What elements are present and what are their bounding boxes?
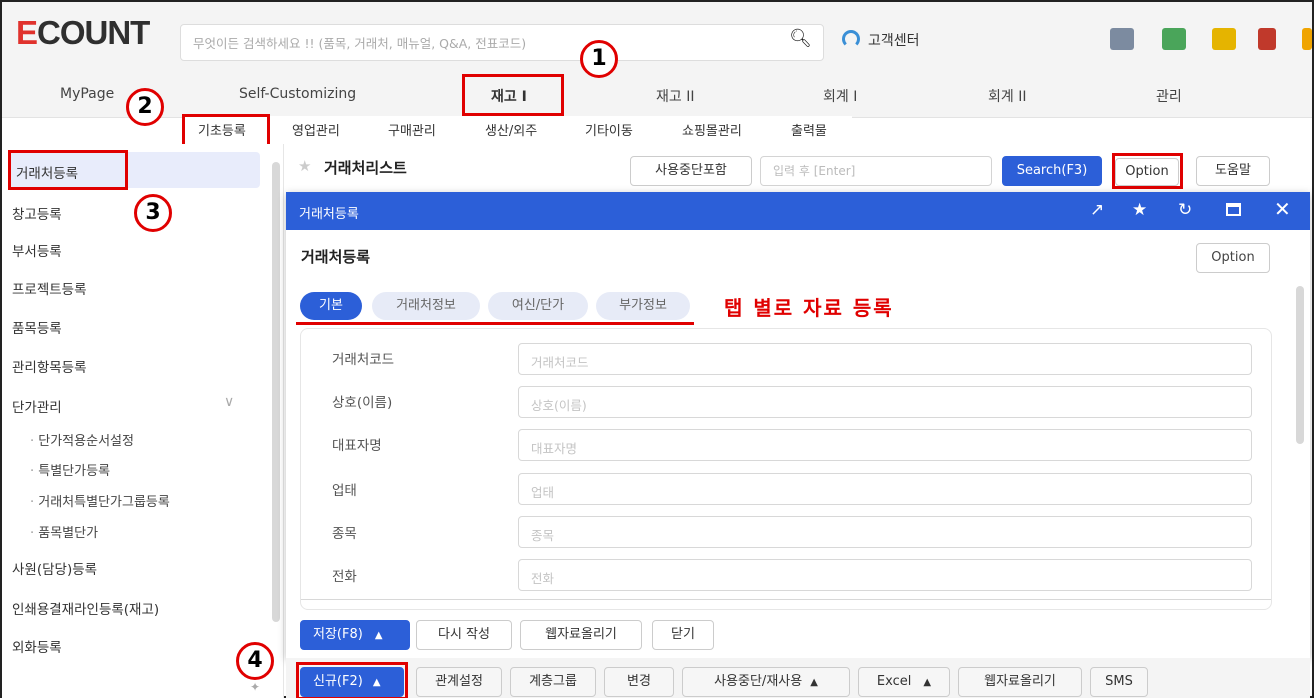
highlight-box-new bbox=[296, 662, 408, 698]
web-upload-button[interactable]: 웹자료올리기 bbox=[520, 620, 642, 650]
highlight-box-menu bbox=[462, 74, 564, 116]
menu-management[interactable]: 관리 bbox=[1156, 86, 1182, 106]
sidebar-item-department[interactable]: 부서등록 bbox=[12, 240, 62, 260]
field-label-code: 거래처코드 bbox=[332, 352, 395, 368]
highlight-box-option bbox=[1112, 153, 1183, 189]
subnav-other-moves[interactable]: 기타이동 bbox=[585, 120, 633, 139]
subnav-purchase[interactable]: 구매관리 bbox=[388, 120, 436, 139]
search-button[interactable]: Search(F3) bbox=[1002, 156, 1102, 186]
help-button[interactable]: 도움말 bbox=[1196, 156, 1270, 186]
highlight-box-sidebar bbox=[8, 150, 128, 190]
search-icon[interactable]: 🔍︎ bbox=[789, 28, 812, 49]
tab-credit-price[interactable]: 여신/단가 bbox=[488, 292, 588, 320]
tab-customer-info[interactable]: 거래처정보 bbox=[372, 292, 480, 320]
maximize-icon[interactable] bbox=[1226, 203, 1241, 216]
sidebar-item-product[interactable]: 품목등록 bbox=[12, 317, 62, 337]
field-input-phone[interactable]: 전화 bbox=[518, 559, 1252, 591]
field-label-name: 상호(이름) bbox=[332, 395, 393, 411]
annotation-circle-4: 4 bbox=[236, 642, 274, 680]
modal-option-button[interactable]: Option bbox=[1196, 243, 1270, 273]
field-input-business-type[interactable]: 업태 bbox=[518, 473, 1252, 505]
menu-accounting-2[interactable]: 회계 II bbox=[988, 86, 1026, 106]
close-icon[interactable]: ✕ bbox=[1274, 197, 1291, 221]
modal-title: 거래처등록 bbox=[299, 207, 359, 222]
caret-up-icon[interactable]: ▲ bbox=[810, 677, 818, 688]
sidebar-subitem[interactable]: · 품목별단가 bbox=[30, 522, 98, 541]
global-search-input[interactable]: 무엇이든 검색하세요 !! (품목, 거래처, 매뉴얼, Q&A, 전표코드) bbox=[180, 24, 824, 61]
sidebar-item-currency[interactable]: 외화등록 bbox=[12, 636, 62, 656]
tab-annotation: 탭 별로 자료 등록 bbox=[724, 296, 894, 320]
sidebar-item-management-items[interactable]: 관리항목등록 bbox=[12, 356, 87, 376]
menu-self-customizing[interactable]: Self-Customizing bbox=[239, 86, 356, 102]
include-stopped-button[interactable]: 사용중단포함 bbox=[630, 156, 752, 186]
field-input-ceo[interactable]: 대표자명 bbox=[518, 429, 1252, 461]
notification-icon[interactable] bbox=[1302, 28, 1312, 50]
annotation-circle-2: 2 bbox=[126, 88, 164, 126]
modal-scrollbar[interactable] bbox=[1296, 286, 1304, 444]
customer-center-link[interactable]: 고객센터 bbox=[868, 30, 920, 50]
stop-reuse-button[interactable]: 사용중단/재사용 ▲ bbox=[682, 667, 850, 697]
field-label-ceo: 대표자명 bbox=[332, 438, 382, 454]
popout-icon[interactable]: ↗ bbox=[1090, 200, 1104, 220]
sidebar-item-price-management[interactable]: 단가관리 bbox=[12, 396, 62, 416]
sidebar-item-warehouse[interactable]: 창고등록 bbox=[12, 203, 62, 223]
field-input-code[interactable]: 거래처코드 bbox=[518, 343, 1252, 375]
subnav-production[interactable]: 생산/외주 bbox=[485, 120, 537, 139]
tab-basic[interactable]: 기본 bbox=[300, 292, 362, 320]
caret-up-icon[interactable]: ▲ bbox=[923, 677, 931, 688]
new-window-icon[interactable] bbox=[1162, 28, 1186, 50]
change-button[interactable]: 변경 bbox=[604, 667, 674, 697]
menu-mypage[interactable]: MyPage bbox=[60, 86, 114, 102]
chevron-down-icon[interactable]: ∨ bbox=[224, 394, 234, 410]
sidebar-item-project[interactable]: 프로젝트등록 bbox=[12, 278, 87, 298]
pin-icon[interactable]: ✦ bbox=[250, 680, 260, 694]
relation-button[interactable]: 관계설정 bbox=[416, 667, 502, 697]
menu-accounting-1[interactable]: 회계 I bbox=[823, 86, 857, 106]
pin-icon[interactable]: ★ bbox=[1132, 200, 1147, 220]
sidebar-subitem[interactable]: · 특별단가등록 bbox=[30, 460, 110, 479]
subnav-printouts[interactable]: 출력물 bbox=[791, 120, 827, 139]
favorite-star-icon[interactable]: ★ bbox=[298, 157, 311, 175]
excel-button[interactable]: Excel ▲ bbox=[858, 667, 950, 697]
refresh-icon[interactable]: ↻ bbox=[1178, 200, 1192, 220]
tab-additional-info[interactable]: 부가정보 bbox=[596, 292, 690, 320]
highlight-underline-tabs bbox=[296, 322, 694, 325]
sidebar-item-approval-line[interactable]: 인쇄용결재라인등록(재고) bbox=[12, 598, 159, 618]
close-button[interactable]: 닫기 bbox=[652, 620, 714, 650]
menu-inventory-2[interactable]: 재고 II bbox=[656, 86, 694, 106]
annotation-circle-3: 3 bbox=[134, 194, 172, 232]
subnav-shopping-mall[interactable]: 쇼핑몰관리 bbox=[682, 120, 742, 139]
field-label-phone: 전화 bbox=[332, 569, 357, 585]
highlight-box-subnav bbox=[182, 114, 270, 148]
sms-button[interactable]: SMS bbox=[1090, 667, 1148, 697]
list-search-input[interactable]: 입력 후 [Enter] bbox=[760, 156, 992, 186]
field-input-name[interactable]: 상호(이름) bbox=[518, 386, 1252, 418]
annotation-circle-1: 1 bbox=[580, 40, 618, 78]
headset-icon[interactable] bbox=[842, 30, 860, 48]
rewrite-button[interactable]: 다시 작성 bbox=[416, 620, 512, 650]
next-field-peek bbox=[301, 599, 1271, 609]
subnav-sales[interactable]: 영업관리 bbox=[292, 120, 340, 139]
field-label-business-type: 업태 bbox=[332, 483, 357, 499]
memo-icon[interactable] bbox=[1258, 28, 1276, 50]
chat-icon[interactable] bbox=[1212, 28, 1236, 50]
remote-support-icon[interactable] bbox=[1110, 28, 1134, 50]
caret-up-icon[interactable]: ▲ bbox=[375, 630, 383, 641]
ecount-logo[interactable]: ECOUNT bbox=[16, 14, 150, 52]
sidebar-subitem[interactable]: · 거래처특별단가그룹등록 bbox=[30, 491, 170, 510]
form-title: 거래처등록 bbox=[301, 248, 371, 266]
bottom-web-upload-button[interactable]: 웹자료올리기 bbox=[958, 667, 1082, 697]
save-button[interactable]: 저장(F8) ▲ bbox=[300, 620, 410, 650]
modal-title-bar[interactable] bbox=[286, 192, 1310, 230]
sidebar-scrollbar[interactable] bbox=[272, 162, 280, 622]
field-label-business-item: 종목 bbox=[332, 526, 357, 542]
list-title: 거래처리스트 bbox=[324, 159, 407, 177]
sidebar-subitem[interactable]: · 단가적용순서설정 bbox=[30, 430, 134, 449]
field-input-business-item[interactable]: 종목 bbox=[518, 516, 1252, 548]
sidebar-item-employee[interactable]: 사원(담당)등록 bbox=[12, 558, 97, 578]
hierarchy-button[interactable]: 계층그룹 bbox=[510, 667, 596, 697]
